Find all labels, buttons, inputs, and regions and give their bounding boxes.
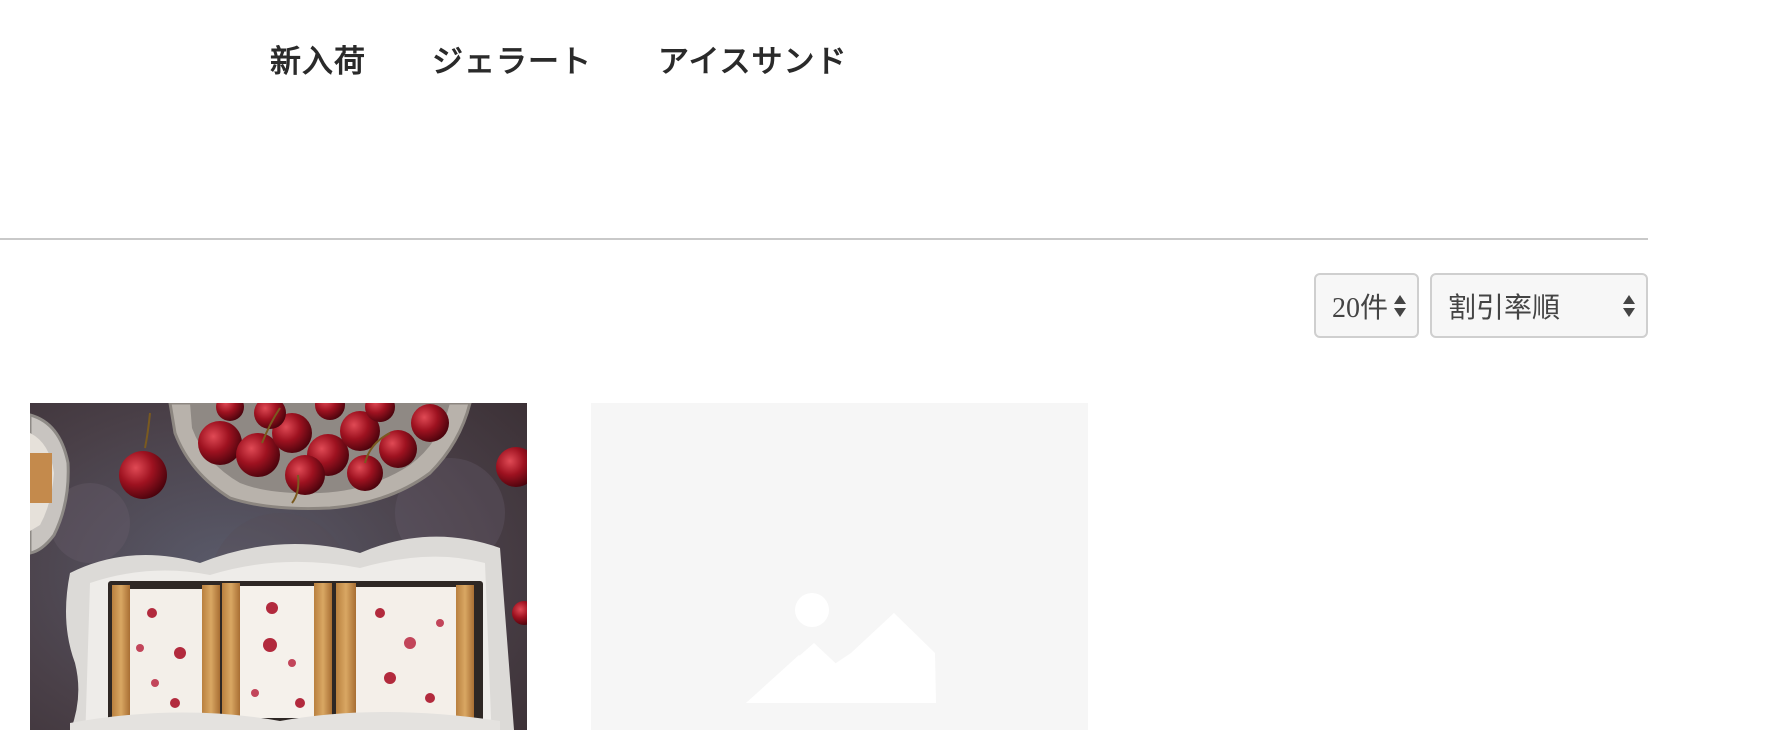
ice-cream-sandwich-photo xyxy=(30,403,527,730)
product-card[interactable] xyxy=(591,403,1088,730)
page: 新入荷 ジェラート アイスサンド 20件 割引率順 xyxy=(0,0,1786,730)
sort-select-value: 割引率順 xyxy=(1448,292,1561,324)
nav-item-gelato[interactable]: ジェラート xyxy=(432,36,592,81)
product-image-placeholder[interactable] xyxy=(591,403,1088,730)
sandwich-2 xyxy=(222,583,332,721)
product-image[interactable] xyxy=(30,403,527,730)
sandwich-1 xyxy=(112,585,220,721)
category-nav: 新入荷 ジェラート アイスサンド xyxy=(270,36,848,81)
sort-select[interactable]: 割引率順 xyxy=(1430,273,1648,338)
per-page-select-value: 20件 xyxy=(1332,292,1389,324)
product-card[interactable] xyxy=(30,403,527,730)
select-arrows-icon xyxy=(1394,294,1406,317)
nav-item-new-arrivals[interactable]: 新入荷 xyxy=(270,36,366,81)
sandwich-3 xyxy=(336,583,474,723)
image-placeholder-icon xyxy=(746,593,936,703)
select-arrows-icon xyxy=(1623,294,1635,317)
divider xyxy=(0,238,1648,240)
per-page-select[interactable]: 20件 xyxy=(1314,273,1419,338)
nav-item-ice-sandwich[interactable]: アイスサンド xyxy=(658,36,848,81)
